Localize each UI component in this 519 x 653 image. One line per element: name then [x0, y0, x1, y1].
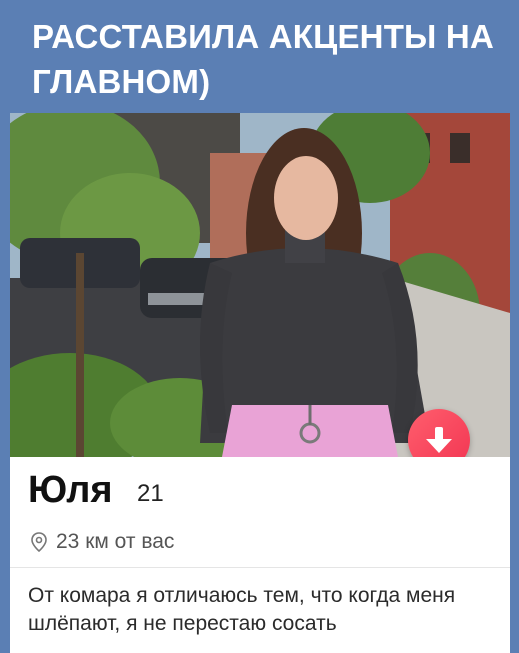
meme-header: РАССТАВИЛА АКЦЕНТЫ НА ГЛАВНОМ) — [0, 0, 519, 113]
profile-distance: 23 км от вас — [30, 529, 174, 555]
profile-info: Юля 21 23 км от вас — [10, 457, 510, 567]
profile-name: Юля — [28, 469, 113, 511]
profile-photo[interactable] — [10, 113, 510, 457]
profile-bio: От комара я отличаюсь тем, что когда мен… — [10, 567, 510, 653]
profile-card[interactable]: Юля 21 23 км от вас От комара я отличаюс… — [10, 113, 510, 653]
arrow-down-icon — [426, 427, 452, 453]
photo-illustration — [10, 113, 510, 457]
distance-text: 23 км от вас — [56, 530, 175, 553]
meme-caption: РАССТАВИЛА АКЦЕНТЫ НА ГЛАВНОМ) — [32, 18, 494, 100]
location-pin-icon — [31, 532, 47, 552]
profile-age: 21 — [137, 480, 164, 507]
bio-text: От комара я отличаюсь тем, что когда мен… — [28, 584, 456, 635]
